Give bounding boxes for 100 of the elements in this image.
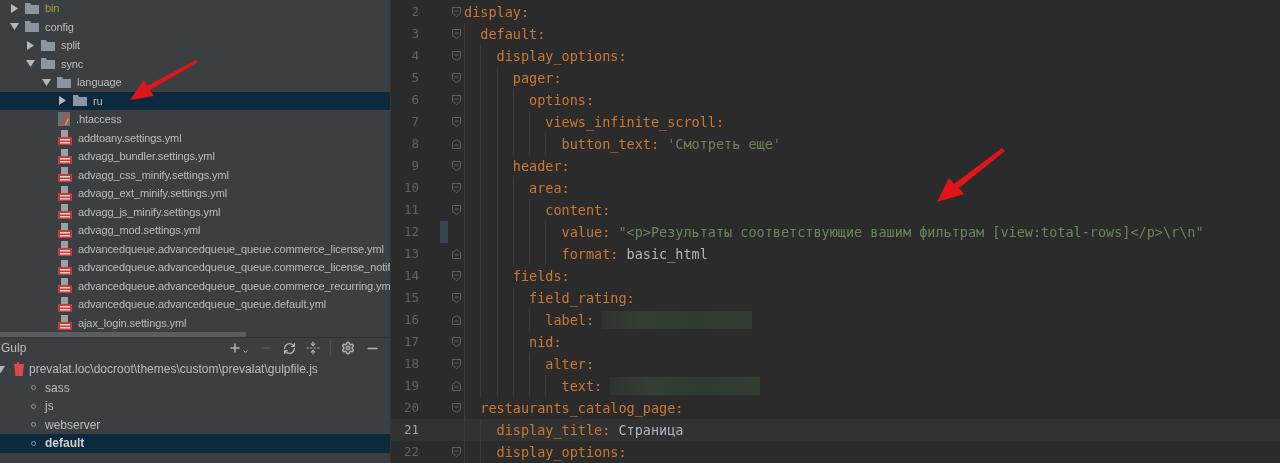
collapsed-arrow-icon[interactable] xyxy=(58,96,67,106)
tree-item[interactable]: advagg_js_minify.settings.yml xyxy=(0,202,390,221)
tree-item[interactable]: advagg_mod.settings.yml xyxy=(0,221,390,240)
line-number: 10 xyxy=(402,178,419,197)
yaml-key: field_rating: xyxy=(529,287,635,309)
yml-file-icon xyxy=(58,259,72,275)
line-number: 3 xyxy=(410,24,419,43)
fold-end-icon[interactable] xyxy=(451,381,461,391)
fold-end-icon[interactable] xyxy=(451,315,461,325)
file-name: sync xyxy=(61,56,84,72)
expanded-arrow-icon[interactable] xyxy=(0,364,5,374)
yml-file-icon xyxy=(58,222,72,238)
file-name: advancedqueue.advancedqueue_queue.default.yml xyxy=(78,297,327,312)
folder-icon xyxy=(73,95,87,107)
fold-end-icon[interactable] xyxy=(451,249,461,259)
gulpfile-path[interactable]: prevalat.loc\docroot\themes\custom\prevalat\gulpfile.js xyxy=(29,360,318,379)
task-dot-icon xyxy=(31,403,36,409)
folder-icon xyxy=(25,2,39,14)
line-number: 21 xyxy=(402,420,419,439)
collapsed-arrow-icon[interactable] xyxy=(26,40,35,50)
line-number: 14 xyxy=(402,266,419,285)
file-name: advagg_js_minify.settings.yml xyxy=(78,204,221,220)
task-item[interactable]: sass xyxy=(0,378,390,397)
expanded-arrow-icon[interactable] xyxy=(10,22,19,32)
tree-item[interactable]: .htaccess xyxy=(0,110,390,129)
change-marker[interactable] xyxy=(440,221,448,243)
line-number: 6 xyxy=(410,90,419,109)
string-value: 'Смотреть еще' xyxy=(667,134,781,154)
yaml-key: format: xyxy=(561,243,619,265)
file-name: .htaccess xyxy=(76,112,122,127)
fold-icon[interactable] xyxy=(451,161,461,171)
expanded-arrow-icon[interactable] xyxy=(26,59,35,69)
yaml-key: fields: xyxy=(512,265,570,287)
file-name: split xyxy=(61,38,81,53)
line-number: 4 xyxy=(410,46,419,65)
line-number: 13 xyxy=(402,244,419,263)
line-number: 22 xyxy=(402,442,419,461)
fold-icon[interactable] xyxy=(451,271,461,281)
yaml-key: default: xyxy=(480,23,546,45)
tree-item[interactable]: split xyxy=(0,36,390,55)
file-name: addtoany.settings.yml xyxy=(78,130,182,146)
yml-file-icon xyxy=(58,185,72,201)
task-item[interactable]: js xyxy=(0,397,390,416)
string-value: "<p>Результаты соответствующие вашим фильтрам [view:total-rows]</p>\r\n" xyxy=(618,222,1204,242)
line-number: 17 xyxy=(402,332,419,351)
tree-item[interactable]: ajax_login.settings.yml xyxy=(0,313,390,332)
tree-item[interactable]: config xyxy=(0,17,390,36)
tree-item[interactable]: advancedqueue.advancedqueue_queue.commerce_license.yml xyxy=(0,239,390,258)
tree-item[interactable]: advagg_ext_minify.settings.yml xyxy=(0,184,390,203)
tree-item[interactable]: advancedqueue.advancedqueue_queue.commerce_license_notif xyxy=(0,258,390,277)
fold-icon[interactable] xyxy=(451,447,461,457)
yaml-key: label: xyxy=(545,309,595,331)
task-item[interactable]: webserver xyxy=(0,415,390,434)
refresh-icon[interactable] xyxy=(283,341,296,355)
yaml-key: options: xyxy=(529,89,595,111)
fold-icon[interactable] xyxy=(451,359,461,369)
tree-item[interactable]: ru xyxy=(0,91,390,110)
fold-icon[interactable] xyxy=(451,183,461,193)
expanded-arrow-icon[interactable] xyxy=(42,77,51,87)
tree-item[interactable]: addtoany.settings.yml xyxy=(0,128,390,147)
tree-item[interactable]: language xyxy=(0,73,390,92)
line-number: 20 xyxy=(402,398,419,417)
fold-icon[interactable] xyxy=(451,95,461,105)
cup-icon xyxy=(14,362,24,377)
line-number: 11 xyxy=(402,200,419,219)
fold-end-icon[interactable] xyxy=(451,139,461,149)
file-name: advagg_mod.settings.yml xyxy=(78,223,201,238)
line-number: 5 xyxy=(410,68,419,87)
tree-item[interactable]: advancedqueue.advancedqueue_queue.default.yml xyxy=(0,295,390,314)
yaml-key: display: xyxy=(464,1,530,23)
file-name: ru xyxy=(93,93,103,109)
tree-item[interactable]: bin xyxy=(0,0,390,18)
line-number: 2 xyxy=(410,2,419,21)
line-number: 9 xyxy=(410,156,419,175)
yaml-key: area: xyxy=(529,177,570,199)
fold-icon[interactable] xyxy=(451,29,461,39)
horizontal-scrollbar[interactable] xyxy=(0,332,246,337)
fold-icon[interactable] xyxy=(451,117,461,127)
line-number: 8 xyxy=(410,134,419,153)
folder-icon xyxy=(57,76,71,88)
fold-icon[interactable] xyxy=(451,51,461,61)
fold-icon[interactable] xyxy=(451,403,461,413)
file-name: advagg_css_minify.settings.yml xyxy=(78,167,229,183)
fold-icon[interactable] xyxy=(451,7,461,17)
fold-icon[interactable] xyxy=(451,337,461,347)
fold-icon[interactable] xyxy=(451,73,461,83)
task-item[interactable]: default xyxy=(0,434,390,453)
tree-item[interactable]: advagg_css_minify.settings.yml xyxy=(0,165,390,184)
fold-icon[interactable] xyxy=(451,293,461,303)
tree-item[interactable]: advagg_bundler.settings.yml xyxy=(0,147,390,166)
tree-item[interactable]: sync xyxy=(0,54,390,73)
collapsed-arrow-icon[interactable] xyxy=(10,3,19,13)
yml-file-icon xyxy=(58,296,72,312)
fold-icon[interactable] xyxy=(451,205,461,215)
yaml-key: display_options: xyxy=(496,441,627,463)
yml-file-icon xyxy=(58,241,72,257)
add-icon[interactable] xyxy=(228,341,249,355)
settings-icon[interactable] xyxy=(341,341,355,355)
collapse-icon[interactable] xyxy=(306,341,320,355)
tree-item[interactable]: advancedqueue.advancedqueue_queue.commerce_recurring.ym xyxy=(0,276,390,295)
